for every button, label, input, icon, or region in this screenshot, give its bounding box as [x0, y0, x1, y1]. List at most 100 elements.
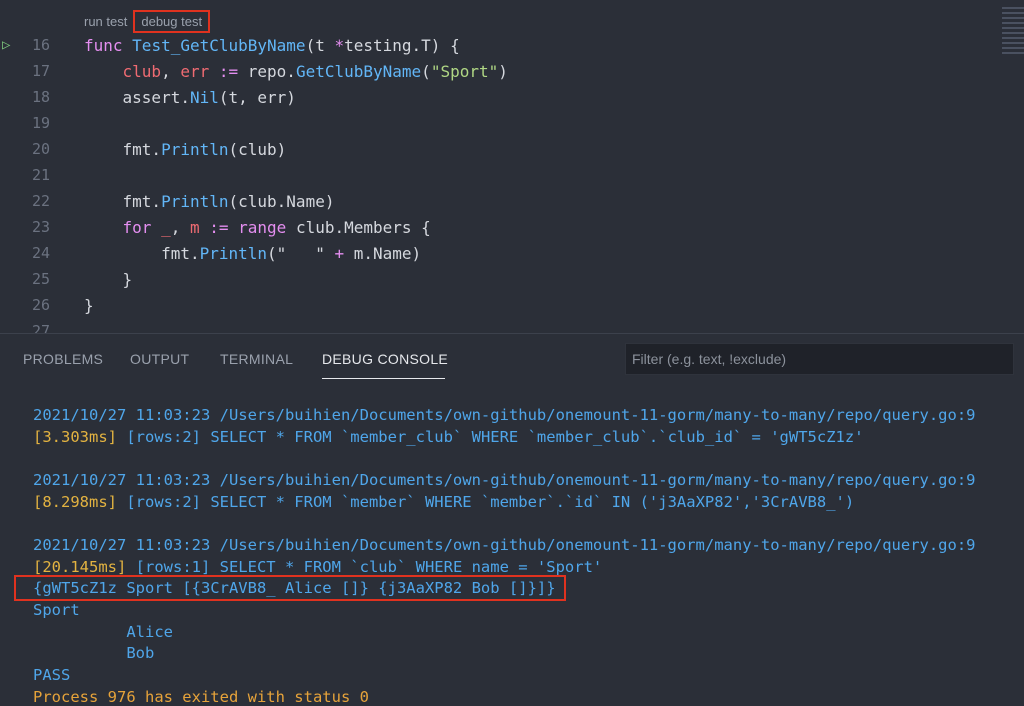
- line-number: 18: [31, 88, 50, 106]
- code-token: fmt.: [84, 191, 162, 211]
- code-text: fmt.Println(club.Name): [84, 191, 335, 211]
- console-segment: SELECT * FROM `member` WHERE `member`.`i…: [200, 492, 855, 511]
- console-text: Alice: [33, 622, 173, 641]
- code-token: (t, err): [218, 87, 296, 107]
- code-token: club.Members {: [295, 217, 431, 237]
- code-token: Println: [199, 243, 268, 263]
- console-segment: SELECT * FROM `member_club` WHERE `membe…: [200, 427, 864, 446]
- code-token: *: [334, 35, 345, 55]
- code-line[interactable]: 24 fmt.Println(" " + m.Name): [0, 240, 1024, 266]
- code-token: Println: [161, 139, 229, 159]
- console-line: 2021/10/27 11:03:23 /Users/buihien/Docum…: [33, 534, 1013, 556]
- code-token: fmt.: [84, 243, 200, 263]
- line-number: 23: [31, 218, 50, 236]
- code-token: "Sport": [430, 61, 499, 81]
- code-editor[interactable]: run test debug test ▷ 16 func Test_GetClub…: [0, 0, 1024, 333]
- console-segment: [rows:2]: [126, 427, 201, 446]
- line-number: 21: [31, 166, 50, 184]
- console-segment: [20.145ms]: [33, 557, 136, 576]
- panel-tabs: PROBLEMS OUTPUT TERMINAL DEBUG CONSOLE: [0, 334, 1024, 384]
- line-number: 22: [31, 192, 50, 210]
- code-text: club, err := repo.GetClubByName("Sport"): [84, 62, 508, 81]
- code-text: fmt.Println(" " + m.Name): [84, 244, 421, 263]
- console-filter-input[interactable]: [625, 343, 1014, 375]
- code-token: assert.: [84, 87, 190, 107]
- code-token: testing.T) {: [344, 35, 460, 55]
- code-lines: ▷ 16 func Test_GetClubByName(t *testing.T)…: [0, 32, 1024, 334]
- code-token: Test_GetClubByName: [132, 35, 306, 55]
- code-line[interactable]: 22 fmt.Println(club.Name): [0, 188, 1024, 214]
- code-token: range: [238, 217, 296, 237]
- line-number: 17: [31, 62, 50, 80]
- console-segment: SELECT * FROM `club` WHERE name = 'Sport…: [210, 557, 603, 576]
- console-text: 2021/10/27 11:03:23 /Users/buihien/Docum…: [33, 535, 976, 554]
- line-number: 27: [31, 322, 50, 333]
- codelens: run test debug test: [84, 9, 211, 33]
- code-token: repo.: [247, 61, 296, 81]
- code-line[interactable]: 21: [0, 162, 1024, 188]
- console-text: Process 976 has exited with status 0: [33, 687, 369, 706]
- tab-output[interactable]: OUTPUT: [130, 351, 189, 367]
- console-text: 2021/10/27 11:03:23 /Users/buihien/Docum…: [33, 405, 976, 424]
- console-text: PASS: [33, 666, 71, 685]
- code-token: _: [161, 217, 171, 237]
- console-line: Sport: [33, 599, 1013, 621]
- code-token: Nil: [189, 87, 219, 107]
- code-line[interactable]: 18 assert.Nil(t, err): [0, 84, 1024, 110]
- code-line[interactable]: 20 fmt.Println(club): [0, 136, 1024, 162]
- line-number: 24: [31, 244, 50, 262]
- code-line[interactable]: 19: [0, 110, 1024, 136]
- console-line: [8.298ms] [rows:2] SELECT * FROM `member…: [33, 491, 1013, 513]
- tab-debug-console[interactable]: DEBUG CONSOLE: [322, 351, 448, 367]
- code-text: }: [84, 269, 133, 289]
- code-token: (" ": [267, 243, 335, 263]
- console-line: Process 976 has exited with status 0: [33, 686, 1013, 706]
- code-token: :=: [209, 61, 248, 81]
- code-token: ,: [170, 217, 190, 237]
- code-line[interactable]: ▷ 16 func Test_GetClubByName(t *testing.T)…: [0, 32, 1024, 58]
- console-segment: [3.303ms]: [33, 427, 127, 446]
- console-line: [3.303ms] [rows:2] SELECT * FROM `member…: [33, 426, 1013, 448]
- console-text: 2021/10/27 11:03:23 /Users/buihien/Docum…: [33, 470, 976, 489]
- console-line: 2021/10/27 11:03:23 /Users/buihien/Docum…: [33, 404, 1013, 426]
- line-number: 20: [31, 140, 50, 158]
- run-test-lens[interactable]: run test: [84, 12, 133, 31]
- code-line[interactable]: 17 club, err := repo.GetClubByName("Spor…: [0, 58, 1024, 84]
- code-text: fmt.Println(club): [84, 139, 287, 159]
- console-segment: [8.298ms]: [33, 492, 127, 511]
- code-token: (: [421, 61, 431, 81]
- code-token: }: [84, 295, 94, 315]
- tab-problems[interactable]: PROBLEMS: [23, 351, 103, 367]
- console-segment: [rows:1]: [135, 557, 211, 576]
- code-token: (t: [305, 35, 335, 55]
- line-number: 25: [31, 270, 50, 288]
- code-token: (club): [228, 139, 287, 159]
- console-text: Bob: [33, 644, 155, 663]
- code-line[interactable]: 27: [0, 318, 1024, 333]
- code-text: }: [84, 296, 94, 315]
- line-number: 26: [31, 296, 50, 314]
- code-token: }: [84, 269, 133, 289]
- code-line[interactable]: 25 }: [0, 266, 1024, 292]
- minimap[interactable]: [1002, 4, 1024, 84]
- console-segment: [rows:2]: [126, 492, 201, 511]
- console-line: PASS: [33, 664, 1013, 686]
- code-token: club: [84, 61, 162, 81]
- code-text: func Test_GetClubByName(t *testing.T) {: [84, 36, 460, 55]
- code-line[interactable]: 26}: [0, 292, 1024, 318]
- code-text: assert.Nil(t, err): [84, 88, 296, 107]
- bottom-panel: PROBLEMS OUTPUT TERMINAL DEBUG CONSOLE 2…: [0, 334, 1024, 706]
- console-text: Sport: [33, 601, 80, 620]
- debug-console-output: 2021/10/27 11:03:23 /Users/buihien/Docum…: [33, 404, 1013, 706]
- code-token: for: [84, 217, 162, 237]
- debug-test-lens[interactable]: debug test: [133, 9, 211, 33]
- code-line[interactable]: 23 for _, m := range club.Members {: [0, 214, 1024, 240]
- line-number: 19: [31, 114, 50, 132]
- console-line: Bob: [33, 643, 1013, 665]
- tab-terminal[interactable]: TERMINAL: [220, 351, 293, 367]
- console-line: Alice: [33, 621, 1013, 643]
- code-token: m.Name): [344, 243, 422, 263]
- run-test-gutter-icon[interactable]: ▷: [2, 37, 16, 53]
